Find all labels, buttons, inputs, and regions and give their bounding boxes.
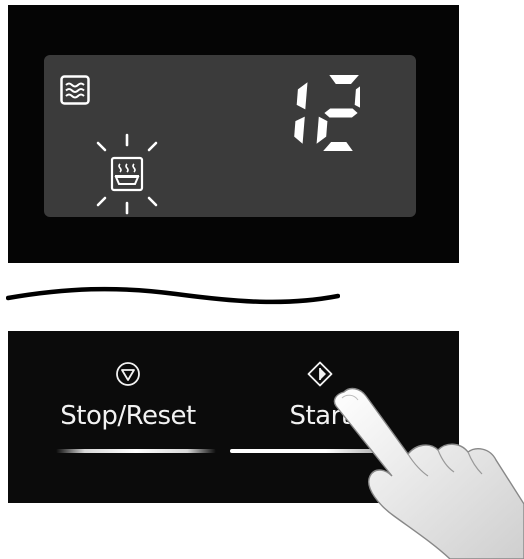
microwave-waves-icon [60, 75, 90, 105]
stop-icon [116, 362, 140, 386]
lcd-screen: 12 [44, 55, 416, 217]
steam-dish-icon [96, 133, 158, 215]
pressing-hand-icon [333, 387, 524, 559]
display-panel: 12 [8, 5, 459, 263]
timer-digit-1-segment-g [324, 108, 358, 118]
timer-digit-1-segment-b [354, 82, 366, 110]
timer-display: 12 [240, 71, 366, 155]
timer-digit-1-segment-a [329, 75, 359, 84]
timer-digits [294, 75, 366, 151]
timer-digit-1-segment-e [316, 116, 328, 144]
stop-reset-label: Stop/Reset [60, 401, 196, 431]
wavy-divider [6, 286, 340, 305]
stop-reset-button[interactable]: Stop/Reset [38, 331, 218, 503]
stop-indicator-bar [56, 449, 216, 453]
timer-digit-1-segment-d [323, 142, 353, 151]
timer-digit-0-segment-c [294, 116, 305, 144]
timer-digit-0-segment-b [296, 82, 308, 110]
